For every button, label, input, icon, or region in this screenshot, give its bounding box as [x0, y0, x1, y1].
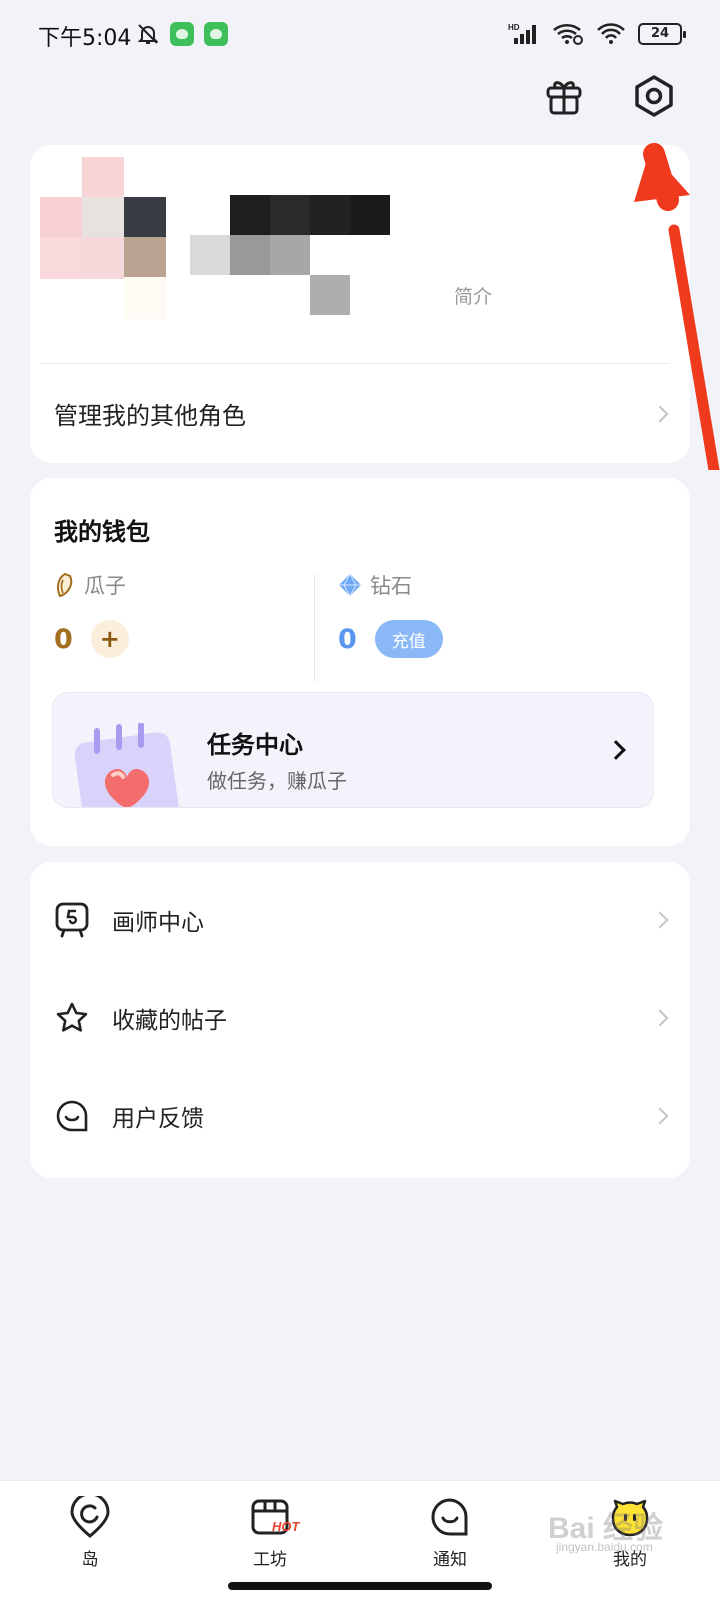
app-notification-icon-2	[204, 22, 228, 46]
username-blurred	[190, 195, 450, 325]
add-seeds-button[interactable]: +	[90, 620, 129, 658]
nav-item-workshop[interactable]: HOT 工坊	[210, 1495, 330, 1585]
nav-label: 通知	[433, 1550, 467, 1570]
menu-card: 画师中心 收藏的帖子 用户反馈	[30, 862, 690, 1178]
menu-item-label: 收藏的帖子	[112, 1008, 227, 1034]
bio-label: 简介	[454, 286, 493, 308]
signal-icon: HD	[508, 23, 536, 44]
task-center-subtitle: 做任务，赚瓜子	[207, 769, 347, 793]
task-center-banner[interactable]: 任务中心 做任务，赚瓜子	[52, 692, 654, 808]
recharge-button[interactable]: 充值	[374, 620, 443, 658]
diamonds-value: 0	[338, 623, 357, 655]
bell-off-icon	[137, 24, 159, 44]
wifi-link-icon	[553, 23, 583, 45]
chevron-right-icon	[606, 740, 626, 760]
watermark-url: jingyan.baidu.com	[556, 1540, 653, 1554]
artist-icon	[54, 902, 90, 938]
menu-item-label: 画师中心	[112, 910, 204, 936]
profile-card[interactable]: 简介 管理我的其他角色	[30, 145, 690, 463]
menu-item-saved-posts[interactable]: 收藏的帖子	[30, 968, 690, 1068]
menu-item-artist-center[interactable]: 画师中心	[30, 870, 690, 970]
chevron-right-icon	[651, 911, 669, 929]
seeds-balance[interactable]: 瓜子 0 +	[54, 570, 304, 680]
diamond-icon	[339, 573, 361, 597]
settings-button[interactable]	[630, 72, 678, 120]
workshop-icon: HOT	[248, 1495, 299, 1539]
island-icon	[68, 1495, 112, 1539]
wallet-title: 我的钱包	[54, 518, 150, 546]
seed-icon	[56, 572, 73, 598]
calendar-heart-icon	[74, 723, 180, 807]
seeds-value: 0	[54, 623, 73, 655]
nav-label: 工坊	[253, 1550, 287, 1570]
gift-icon	[546, 81, 582, 115]
wifi-icon	[597, 23, 625, 44]
seeds-label: 瓜子	[84, 574, 126, 598]
status-icons-right: HD 24	[508, 22, 686, 46]
settings-icon	[635, 75, 673, 117]
battery-icon: 24	[638, 23, 686, 45]
task-center-title: 任务中心	[207, 731, 303, 759]
notification-icon	[428, 1495, 472, 1539]
manage-roles-label: 管理我的其他角色	[54, 402, 246, 430]
menu-item-feedback[interactable]: 用户反馈	[30, 1066, 690, 1166]
menu-item-label: 用户反馈	[112, 1106, 204, 1132]
manage-roles-row[interactable]: 管理我的其他角色	[30, 364, 690, 463]
diamonds-balance[interactable]: 钻石 0 充值	[338, 570, 588, 680]
status-icons-left	[136, 22, 228, 46]
gift-button[interactable]	[540, 72, 588, 120]
nav-label: 岛	[81, 1550, 99, 1570]
nav-item-notifications[interactable]: 通知	[390, 1495, 510, 1585]
status-time: 下午5:04	[38, 26, 132, 51]
feedback-icon	[54, 1098, 90, 1134]
home-indicator[interactable]	[228, 1582, 492, 1590]
star-icon	[54, 1000, 90, 1036]
annotation-arrow	[634, 143, 720, 470]
diamonds-label: 钻石	[370, 574, 412, 598]
nav-item-island[interactable]: 岛	[30, 1495, 150, 1585]
svg-text:HD: HD	[508, 23, 520, 32]
chevron-right-icon	[651, 1009, 669, 1027]
wallet-card: 我的钱包 瓜子 0 + 钻石 0 充值 任务中心 做任务，赚瓜子	[30, 478, 690, 846]
column-divider	[314, 574, 315, 682]
status-bar: 下午5:04 HD 24	[0, 0, 720, 72]
chevron-right-icon	[651, 1107, 669, 1125]
hot-badge: HOT	[272, 1519, 300, 1534]
app-notification-icon	[170, 22, 194, 46]
